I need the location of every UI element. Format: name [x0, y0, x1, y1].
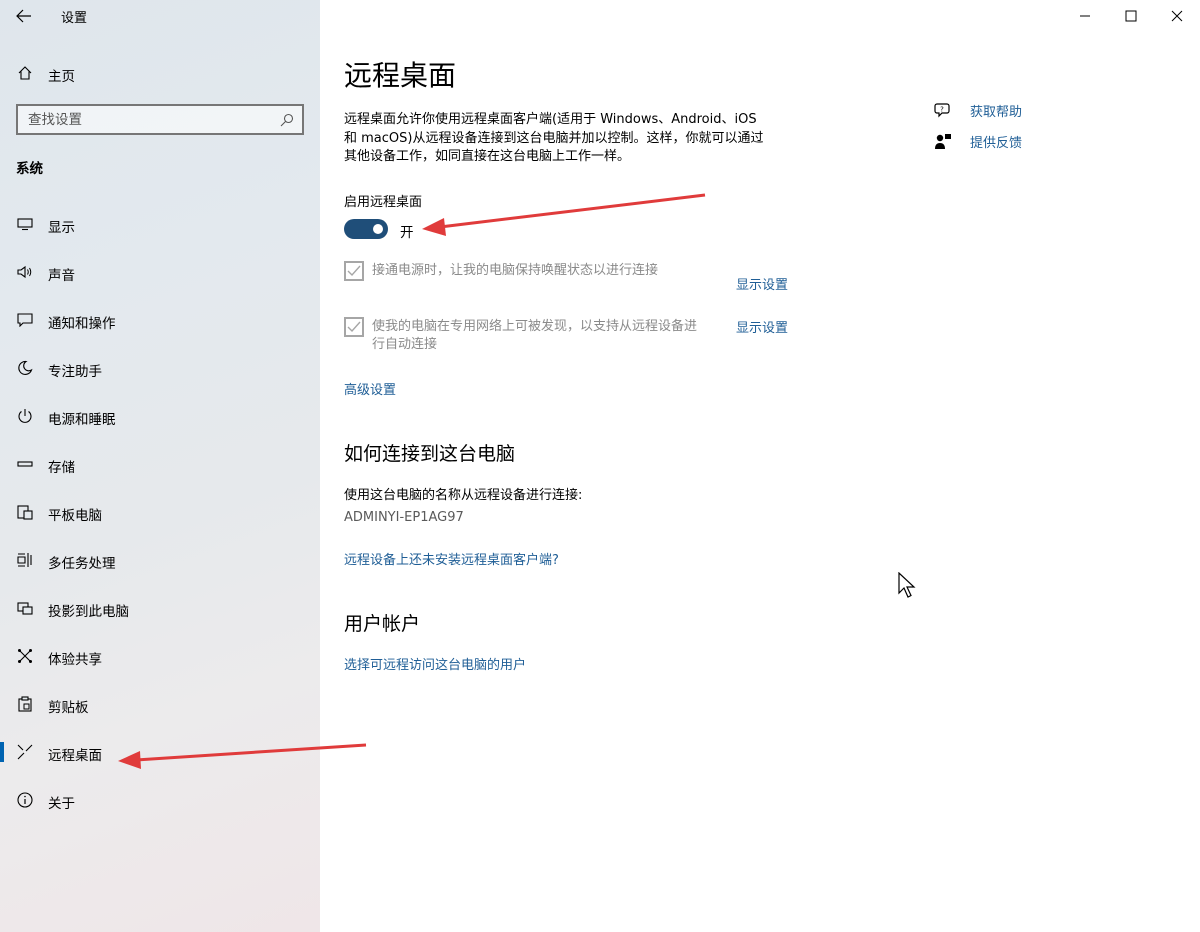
nav-home-label: 主页 — [48, 69, 75, 85]
discoverable-text: 使我的电脑在专用网络上可被发现，以支持从远程设备进 行自动连接 — [372, 318, 697, 354]
close-button[interactable] — [1154, 0, 1200, 32]
discoverable-option: 使我的电脑在专用网络上可被发现，以支持从远程设备进 行自动连接 — [344, 317, 804, 357]
install-client-link[interactable]: 远程设备上还未安装远程桌面客户端? — [344, 549, 559, 568]
enable-remote-desktop-toggle[interactable] — [344, 219, 388, 239]
sidebar-item-label: 通知和操作 — [48, 316, 116, 332]
pc-name: ADMINYI-EP1AG97 — [344, 510, 464, 525]
moon-icon — [16, 359, 34, 377]
search-icon[interactable] — [280, 112, 294, 131]
display-settings-link-2[interactable]: 显示设置 — [736, 317, 788, 336]
intro-line: 其他设备工作，如同直接在这台电脑上工作一样。 — [344, 149, 631, 164]
svg-text:?: ? — [940, 105, 944, 113]
titlebar-left: 设置 — [0, 0, 320, 34]
back-button[interactable] — [8, 2, 40, 30]
notification-icon — [16, 311, 34, 329]
sidebar-item-label: 显示 — [48, 220, 75, 236]
accounts-heading: 用户帐户 — [344, 613, 421, 635]
get-help-row[interactable]: ? 获取帮助 — [934, 101, 1022, 120]
speaker-icon — [16, 263, 34, 281]
maximize-button[interactable] — [1108, 0, 1154, 32]
sidebar-item-sound[interactable]: 声音 — [0, 248, 320, 296]
enable-remote-desktop-label: 启用远程桌面 — [344, 195, 423, 210]
discoverable-text-line: 行自动连接 — [372, 337, 438, 352]
back-arrow-icon — [16, 9, 31, 23]
checkmark-icon — [347, 321, 361, 333]
info-icon — [16, 791, 34, 809]
sidebar-item-power[interactable]: 电源和睡眠 — [0, 392, 320, 440]
sidebar-item-label: 电源和睡眠 — [48, 412, 116, 428]
intro-line: 远程桌面允许你使用远程桌面客户端(适用于 Windows、Android、iOS — [344, 112, 757, 127]
advanced-settings-link[interactable]: 高级设置 — [344, 379, 396, 398]
select-users-link[interactable]: 选择可远程访问这台电脑的用户 — [344, 654, 526, 673]
clipboard-icon — [16, 695, 34, 713]
keep-awake-checkbox[interactable] — [344, 261, 364, 281]
toggle-state-label: 开 — [400, 225, 414, 241]
sidebar-item-tablet[interactable]: 平板电脑 — [0, 488, 320, 536]
keep-awake-text: 接通电源时，让我的电脑保持唤醒状态以进行连接 — [372, 263, 659, 278]
toggle-knob — [373, 224, 383, 234]
sidebar-item-project[interactable]: 投影到此电脑 — [0, 584, 320, 632]
tablet-icon — [16, 503, 34, 521]
sidebar-item-label: 多任务处理 — [48, 556, 116, 572]
power-icon — [16, 407, 34, 425]
app-title: 设置 — [61, 11, 88, 26]
display-settings-link-1[interactable]: 显示设置 — [736, 274, 788, 293]
feedback-person-icon — [935, 133, 951, 149]
intro-text: 远程桌面允许你使用远程桌面客户端(适用于 Windows、Android、iOS… — [344, 111, 794, 167]
sidebar-item-shared-experiences[interactable]: 体验共享 — [0, 632, 320, 680]
maximize-icon — [1125, 10, 1137, 22]
sidebar-item-multitasking[interactable]: 多任务处理 — [0, 536, 320, 584]
project-icon — [16, 599, 34, 617]
share-icon — [16, 647, 34, 665]
sidebar: 设置 主页 系统 显示 声音 通知和操作 — [0, 0, 320, 932]
intro-line: 和 macOS)从远程设备连接到这台电脑并加以控制。这样，你就可以通过 — [344, 130, 764, 146]
search-input[interactable] — [28, 111, 268, 128]
monitor-icon — [16, 215, 34, 233]
sidebar-item-focus-assist[interactable]: 专注助手 — [0, 344, 320, 392]
feedback-row[interactable]: 提供反馈 — [934, 132, 1022, 151]
sidebar-item-label: 存储 — [48, 460, 75, 476]
sidebar-item-label: 平板电脑 — [48, 508, 102, 524]
nav-home[interactable]: 主页 — [0, 56, 320, 90]
sidebar-item-clipboard[interactable]: 剪贴板 — [0, 680, 320, 728]
sidebar-item-label: 专注助手 — [48, 364, 102, 380]
nav-list: 显示 声音 通知和操作 专注助手 电源和睡眠 存储 平板电脑 多任务处理 投影到… — [0, 200, 320, 824]
sidebar-item-remote-desktop[interactable]: 远程桌面 — [0, 728, 320, 776]
sidebar-item-label: 投影到此电脑 — [48, 604, 129, 620]
sidebar-item-label: 关于 — [48, 796, 75, 812]
sidebar-item-label: 剪贴板 — [48, 700, 89, 716]
mouse-cursor-icon — [898, 572, 916, 598]
keep-awake-option: 接通电源时，让我的电脑保持唤醒状态以进行连接 — [344, 261, 804, 291]
help-chat-icon: ? — [934, 102, 950, 117]
sidebar-item-display[interactable]: 显示 — [0, 200, 320, 248]
sidebar-item-label: 远程桌面 — [48, 748, 102, 764]
multitask-icon — [16, 551, 34, 569]
checkmark-icon — [347, 265, 361, 277]
storage-icon — [16, 455, 34, 473]
sidebar-item-notifications[interactable]: 通知和操作 — [0, 296, 320, 344]
page-title: 远程桌面 — [344, 59, 457, 92]
remote-desktop-icon — [16, 743, 34, 761]
sidebar-item-label: 声音 — [48, 268, 75, 284]
connect-heading: 如何连接到这台电脑 — [344, 443, 516, 465]
sidebar-item-about[interactable]: 关于 — [0, 776, 320, 824]
section-title: 系统 — [16, 161, 43, 177]
sidebar-item-label: 体验共享 — [48, 652, 102, 668]
search-box[interactable] — [16, 104, 304, 135]
window-controls — [1062, 0, 1200, 32]
discoverable-text-line: 使我的电脑在专用网络上可被发现，以支持从远程设备进 — [372, 319, 698, 334]
minimize-icon — [1080, 15, 1090, 17]
feedback-link[interactable]: 提供反馈 — [970, 132, 1022, 151]
discoverable-checkbox[interactable] — [344, 317, 364, 337]
main-content: 远程桌面 远程桌面允许你使用远程桌面客户端(适用于 Windows、Androi… — [320, 0, 1200, 932]
minimize-button[interactable] — [1062, 0, 1108, 32]
close-icon — [1171, 10, 1183, 22]
connect-instructions: 使用这台电脑的名称从远程设备进行连接: — [344, 488, 583, 503]
sidebar-item-storage[interactable]: 存储 — [0, 440, 320, 488]
get-help-link[interactable]: 获取帮助 — [970, 101, 1022, 120]
home-icon — [16, 64, 34, 82]
